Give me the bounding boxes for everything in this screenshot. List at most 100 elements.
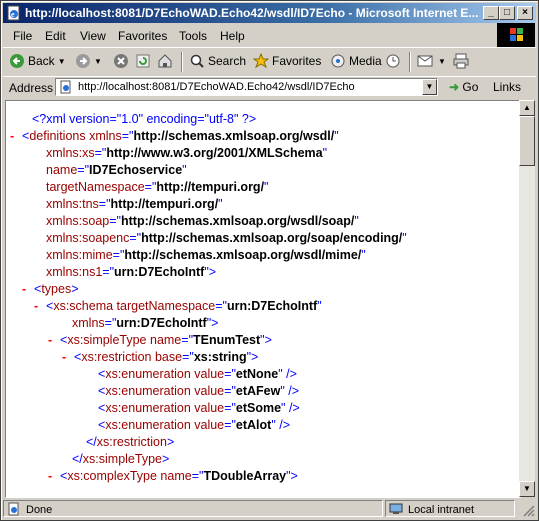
xml-line: <xs:enumeration value="etAFew" />: [98, 383, 299, 400]
xml-line: <xs:enumeration value="etAlot" />: [98, 417, 290, 434]
xml-line: xmlns:mime="http://schemas.xmlsoap.org/w…: [46, 247, 366, 264]
xml-token: =": [182, 350, 194, 364]
xml-token: xs:restriction: [96, 435, 167, 449]
collapse-toggle[interactable]: -: [48, 332, 52, 349]
xml-token: xmlns:soapenc: [46, 231, 130, 245]
xml-line: <?xml version="1.0" encoding="utf-8" ?>: [32, 111, 256, 128]
xml-token: xmlns:ns1: [46, 265, 103, 279]
mail-button[interactable]: ▼: [417, 53, 446, 69]
page-icon: [60, 80, 71, 94]
xml-token: value: [190, 367, 225, 381]
print-button[interactable]: [453, 53, 469, 69]
xml-token: <?xml version="1.0" encoding="utf-8" ?>: [32, 112, 257, 126]
xml-token: ": [182, 163, 187, 177]
xml-line: name="ID7Echoservice": [46, 162, 187, 179]
standard-toolbar: Back ▼ ▼ Search Favorites Media ▼: [3, 47, 536, 77]
address-dropdown-icon[interactable]: ▼: [422, 79, 437, 95]
xml-line: xmlns:soap="http://schemas.xmlsoap.org/w…: [46, 213, 359, 230]
xml-line: targetNamespace="http://tempuri.org/": [46, 179, 268, 196]
go-button[interactable]: ➜ Go: [449, 80, 478, 94]
title-bar[interactable]: e http://localhost:8081/D7EchoWAD.Echo42…: [3, 3, 536, 23]
xml-token: xs:schema: [53, 299, 114, 313]
back-label: Back: [28, 54, 55, 68]
forward-button[interactable]: ▼: [75, 53, 102, 69]
xml-token: targetNamespace: [113, 299, 216, 313]
xml-token: targetNamespace: [46, 180, 145, 194]
stop-icon: [114, 54, 128, 68]
xml-token: xmlns:mime: [46, 248, 113, 262]
collapse-toggle[interactable]: -: [48, 468, 52, 485]
xml-line: xmlns:tns="http://tempuri.org/": [46, 196, 223, 213]
xml-token: xs:complexType: [67, 469, 157, 483]
xml-token: =": [109, 214, 121, 228]
back-button[interactable]: Back ▼: [9, 53, 66, 69]
zone-pane: Local intranet: [385, 500, 515, 517]
status-text: Done: [26, 504, 53, 516]
xml-token: name: [156, 469, 192, 483]
xml-token: " />: [281, 401, 300, 415]
menu-edit[interactable]: Edit: [45, 29, 66, 43]
address-input[interactable]: http://localhost:8081/D7EchoWAD.Echo42/w…: [55, 78, 438, 96]
home-button[interactable]: [157, 53, 173, 69]
collapse-toggle[interactable]: -: [34, 298, 38, 315]
scroll-down-icon[interactable]: ▼: [519, 481, 535, 497]
xml-token: xs:enumeration: [105, 418, 191, 432]
history-button[interactable]: [385, 53, 401, 69]
minimize-button[interactable]: _: [483, 6, 499, 20]
xml-token: ": [354, 214, 359, 228]
media-button[interactable]: Media: [330, 53, 382, 69]
xml-token: ": [402, 231, 407, 245]
scroll-thumb[interactable]: [519, 116, 535, 166]
xml-token: ": [322, 146, 328, 160]
collapse-toggle[interactable]: -: [22, 281, 26, 298]
close-button[interactable]: ×: [517, 6, 533, 20]
xml-document-view[interactable]: <?xml version="1.0" encoding="utf-8" ?> -…: [5, 100, 521, 498]
links-button[interactable]: Links: [493, 80, 521, 94]
mail-dropdown-icon[interactable]: ▼: [438, 57, 446, 66]
forward-dropdown-icon[interactable]: ▼: [94, 57, 102, 66]
xml-token: http://schemas.xmlsoap.org/wsdl/soap/: [120, 214, 355, 228]
xml-token: =": [144, 180, 157, 194]
xml-token: http://schemas.xmlsoap.org/wsdl/: [133, 129, 335, 143]
refresh-button[interactable]: [135, 53, 151, 69]
maximize-button[interactable]: □: [499, 6, 515, 20]
xml-token: =": [224, 418, 236, 432]
menu-view[interactable]: View: [80, 29, 106, 43]
mail-icon: [417, 55, 433, 67]
xml-token: =": [121, 129, 134, 143]
menu-help[interactable]: Help: [220, 29, 245, 43]
xml-token: etSome: [235, 401, 282, 415]
xml-token: =": [191, 469, 204, 483]
favorites-button[interactable]: Favorites: [253, 53, 321, 69]
xml-token: definitions: [29, 129, 86, 143]
xml-token: xs:simpleType: [82, 452, 162, 466]
xml-token: </: [72, 452, 83, 466]
xml-token: ": [317, 299, 322, 313]
menu-tools[interactable]: Tools: [179, 29, 207, 43]
menu-favorites[interactable]: Favorites: [118, 29, 167, 43]
scroll-up-icon[interactable]: ▲: [519, 100, 535, 116]
xml-token: ": [264, 180, 269, 194]
go-arrow-icon: ➜: [449, 80, 460, 94]
xml-token: name: [46, 163, 78, 177]
xml-token: =": [112, 248, 125, 262]
vertical-scrollbar[interactable]: ▲ ▼: [519, 100, 535, 497]
xml-token: </: [86, 435, 97, 449]
xml-token: xmlns: [72, 316, 105, 330]
toolbar-separator: [181, 52, 183, 72]
xml-token: =": [215, 299, 227, 313]
collapse-toggle[interactable]: -: [62, 349, 66, 366]
xml-token: value: [190, 418, 225, 432]
xml-token: >: [166, 435, 175, 449]
xml-token: xmlns:tns: [46, 197, 99, 211]
xml-line: <xs:simpleType name="TEnumTest">: [60, 332, 272, 349]
collapse-toggle[interactable]: -: [10, 128, 14, 145]
menu-file[interactable]: File: [13, 29, 32, 43]
xml-token: http://tempuri.org/: [156, 180, 265, 194]
resize-grip-icon[interactable]: [521, 503, 535, 517]
intranet-icon: [389, 503, 403, 514]
search-button[interactable]: Search: [189, 53, 246, 69]
xml-token: ": [218, 197, 223, 211]
back-dropdown-icon[interactable]: ▼: [58, 57, 66, 66]
stop-button[interactable]: [113, 53, 129, 69]
